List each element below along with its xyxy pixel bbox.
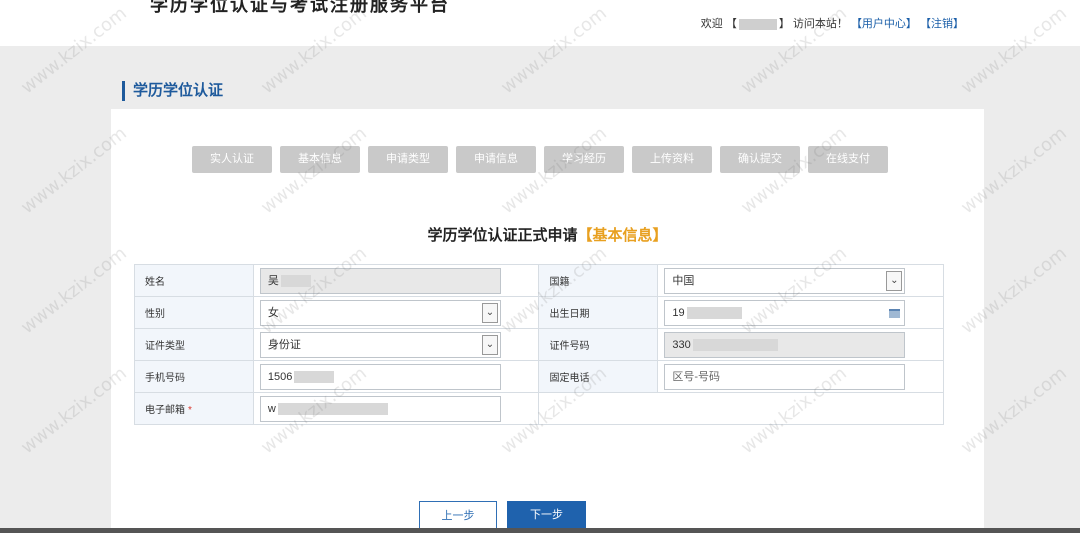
step-confirm-submit[interactable]: 确认提交 <box>720 146 800 173</box>
step-upload-materials[interactable]: 上传资料 <box>632 146 712 173</box>
table-row: 手机号码 1506 固定电话 区号-号码 <box>134 360 944 393</box>
nationality-label: 国籍 <box>538 264 659 297</box>
email-cell: w <box>252 392 540 425</box>
masked-text <box>277 402 388 415</box>
landline-cell: 区号-号码 <box>657 360 944 393</box>
id-type-cell: 身份证 ⌄ <box>252 328 540 361</box>
table-row: 证件类型 身份证 ⌄ 证件号码 330 <box>134 328 944 361</box>
mobile-value: 1506 <box>267 370 293 383</box>
form-heading-text: 学历学位认证正式申请 <box>427 227 578 244</box>
email-label-text: 电子邮箱 <box>145 405 185 416</box>
masked-text <box>280 274 311 287</box>
email-label: 电子邮箱 * <box>134 392 254 425</box>
gender-cell: 女 ⌄ <box>252 296 540 329</box>
id-number-label: 证件号码 <box>538 328 659 361</box>
step-study-history[interactable]: 学习经历 <box>544 146 624 173</box>
mobile-input[interactable]: 1506 <box>259 363 501 390</box>
step-real-person-auth[interactable]: 实人认证 <box>192 146 272 173</box>
landline-placeholder: 区号-号码 <box>672 370 721 383</box>
gender-value: 女 <box>267 306 279 319</box>
required-mark: * <box>188 405 192 416</box>
name-cell: 吴 <box>252 264 540 297</box>
landline-label: 固定电话 <box>538 360 659 393</box>
basic-info-table: 姓名 吴 国籍 中国 ⌄ 性别 女 ⌄ 出生日期 19 证件类型 身份证 ⌄ 证… <box>134 264 944 425</box>
masked-text <box>686 306 742 319</box>
taskbar-strip <box>0 528 1080 533</box>
bracket-close: 】 <box>778 18 790 30</box>
step-application-info[interactable]: 申请信息 <box>456 146 536 173</box>
chevron-down-icon[interactable]: ⌄ <box>481 334 498 355</box>
mobile-cell: 1506 <box>252 360 540 393</box>
step-basic-info[interactable]: 基本信息 <box>280 146 360 173</box>
section-title: 学历学位认证 <box>122 81 223 101</box>
welcome-bar: 欢迎 【 】 访问本站！ 【用户中心】 【注销】 <box>701 15 964 31</box>
table-row: 性别 女 ⌄ 出生日期 19 <box>134 296 944 329</box>
masked-username <box>738 18 777 30</box>
bracket-open: 【 <box>725 18 737 30</box>
gender-select[interactable]: 女 ⌄ <box>259 299 501 326</box>
masked-text <box>692 338 778 351</box>
id-type-value: 身份证 <box>267 338 301 351</box>
welcome-text: 欢迎 <box>700 18 723 30</box>
id-type-select[interactable]: 身份证 ⌄ <box>259 331 501 358</box>
nationality-select[interactable]: 中国 ⌄ <box>664 267 906 294</box>
next-step-button[interactable]: 下一步 <box>507 501 586 529</box>
visit-text: 访问本站！ <box>792 18 848 30</box>
chevron-down-icon[interactable]: ⌄ <box>481 302 498 323</box>
name-field: 吴 <box>259 267 501 294</box>
user-center-link[interactable]: 【用户中心】 <box>851 18 917 30</box>
prev-step-button[interactable]: 上一步 <box>419 501 497 529</box>
empty-cell <box>538 392 944 425</box>
step-bar: 实人认证 基本信息 申请类型 申请信息 学习经历 上传资料 确认提交 在线支付 <box>192 146 888 173</box>
form-heading-accent: 【基本信息】 <box>577 227 668 244</box>
table-row: 电子邮箱 * w <box>134 392 944 425</box>
top-header: 学历学位认证与考试注册服务平台 欢迎 【 】 访问本站！ 【用户中心】 【注销】 <box>0 0 1080 46</box>
gender-label: 性别 <box>134 296 254 329</box>
form-card: 实人认证 基本信息 申请类型 申请信息 学习经历 上传资料 确认提交 在线支付 … <box>111 109 984 533</box>
id-number-cell: 330 <box>657 328 944 361</box>
nationality-cell: 中国 ⌄ <box>657 264 944 297</box>
name-value: 吴 <box>267 274 279 287</box>
email-value: w <box>267 402 276 415</box>
mobile-label: 手机号码 <box>134 360 254 393</box>
id-number-field: 330 <box>664 331 906 358</box>
birth-date-value: 19 <box>672 306 685 319</box>
calendar-icon[interactable] <box>889 308 901 318</box>
id-type-label: 证件类型 <box>134 328 254 361</box>
birth-date-cell: 19 <box>657 296 944 329</box>
site-title: 学历学位认证与考试注册服务平台 <box>150 0 450 15</box>
birth-date-label: 出生日期 <box>538 296 659 329</box>
page: 学历学位认证与考试注册服务平台 欢迎 【】 访问本站！ 【用户中心】 【注销】 … <box>0 0 1080 533</box>
chevron-down-icon[interactable]: ⌄ <box>886 270 903 291</box>
step-online-payment[interactable]: 在线支付 <box>808 146 888 173</box>
email-input[interactable]: w <box>259 395 501 422</box>
id-number-value: 330 <box>672 338 691 351</box>
logout-link[interactable]: 【注销】 <box>920 18 964 30</box>
table-row: 姓名 吴 国籍 中国 ⌄ <box>134 264 944 297</box>
nationality-value: 中国 <box>672 274 695 287</box>
birth-date-input[interactable]: 19 <box>664 299 906 326</box>
form-heading: 学历学位认证正式申请【基本信息】 <box>111 224 984 245</box>
step-application-type[interactable]: 申请类型 <box>368 146 448 173</box>
masked-text <box>294 370 335 383</box>
name-label: 姓名 <box>134 264 254 297</box>
landline-input[interactable]: 区号-号码 <box>664 363 906 390</box>
